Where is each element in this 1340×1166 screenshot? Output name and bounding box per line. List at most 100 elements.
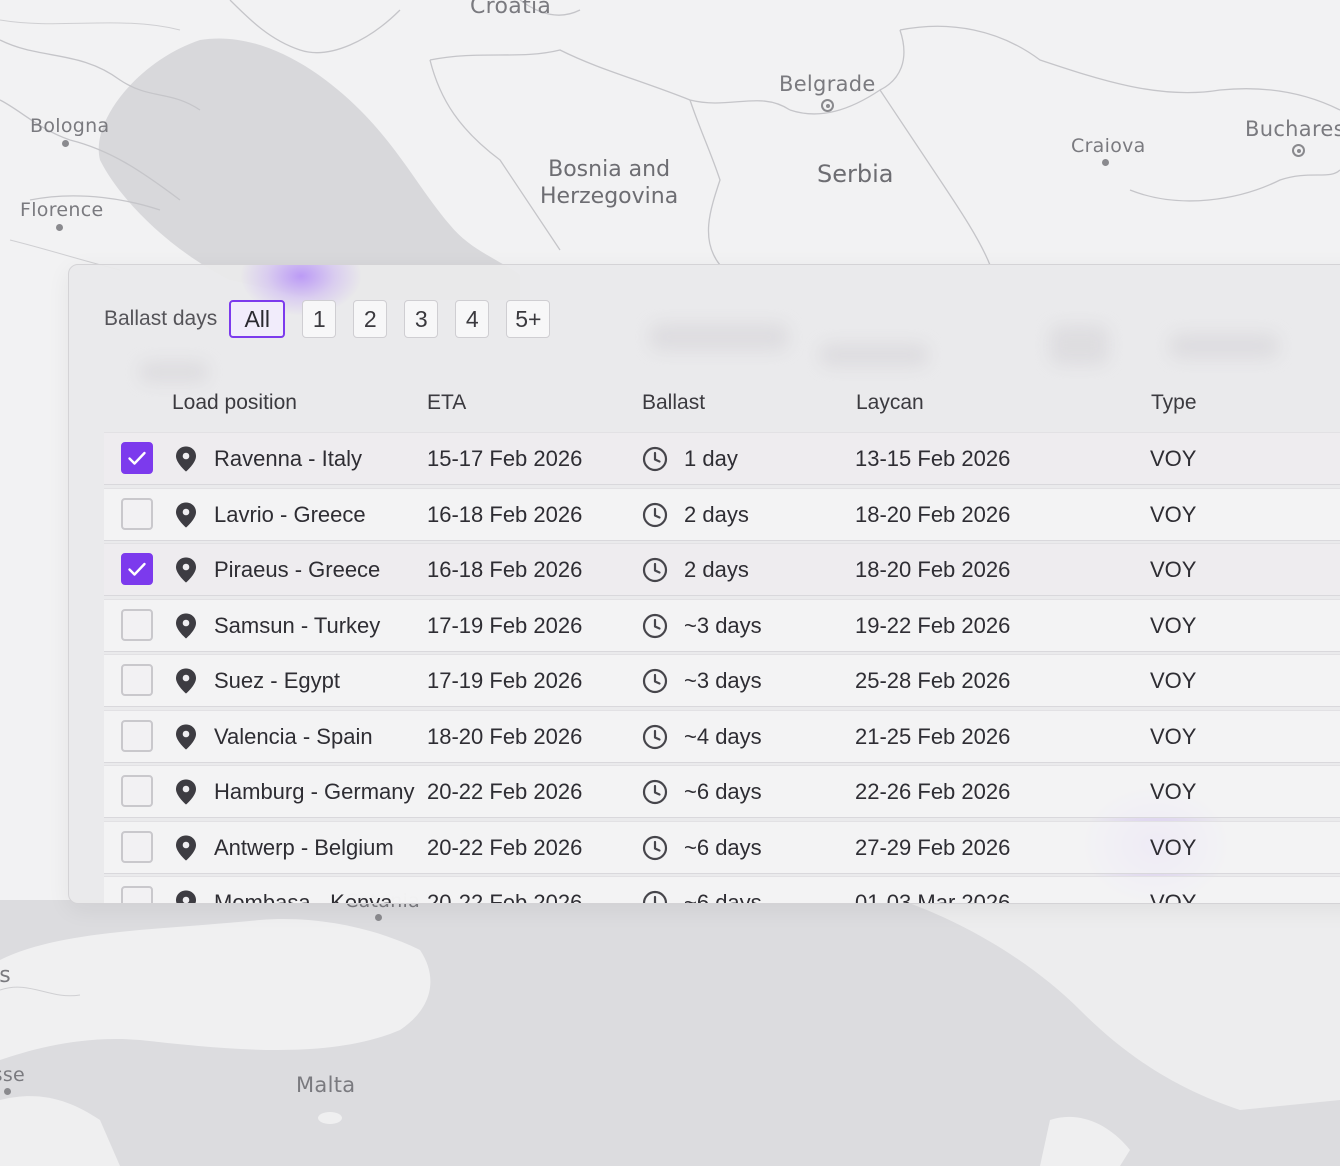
row-checkbox[interactable]: [121, 719, 153, 752]
clock-icon: [642, 890, 668, 903]
row-load-position: Hamburg - Germany: [214, 779, 415, 804]
blurred-content: [1049, 325, 1109, 365]
row-checkbox[interactable]: [121, 886, 153, 903]
table-row[interactable]: Mombasa - Kenya 20-22 Feb 2026 ~6 days 0…: [104, 876, 1340, 904]
country-line-2: Herzegovina: [540, 184, 679, 209]
location-pin-icon: [176, 779, 196, 805]
filter-chip-2[interactable]: 2: [353, 300, 388, 338]
row-load-position: Suez - Egypt: [214, 668, 340, 693]
filter-chip-1[interactable]: 1: [302, 300, 337, 338]
row-eta: 16-18 Feb 2026: [427, 501, 583, 527]
row-type: VOY: [1150, 557, 1197, 582]
table-row[interactable]: Hamburg - Germany 20-22 Feb 2026 ~6 days…: [104, 765, 1340, 818]
row-eta: 17-19 Feb 2026: [427, 668, 583, 693]
city-dot: [4, 1088, 11, 1095]
row-ballast: 2 days: [684, 557, 749, 582]
map-label-bologna: Bologna: [30, 115, 110, 137]
row-laycan: 22-26 Feb 2026: [855, 779, 1011, 804]
map-label-florence: Florence: [20, 199, 104, 221]
row-type: VOY: [1150, 890, 1197, 904]
row-type: VOY: [1150, 723, 1197, 749]
row-load-position: Antwerp - Belgium: [214, 834, 394, 860]
row-checkbox[interactable]: [121, 608, 153, 641]
blurred-content: [139, 361, 209, 383]
location-pin-icon: [176, 446, 196, 472]
clock-icon: [642, 724, 668, 749]
row-checkbox[interactable]: [121, 830, 153, 863]
clock-icon: [642, 668, 668, 694]
clock-icon: [642, 835, 668, 860]
location-pin-icon: [176, 724, 196, 749]
row-ballast: 2 days: [684, 501, 749, 527]
ballast-panel: Ballast days All 1 2 3 4 5+ Load positio…: [68, 264, 1340, 904]
row-type: VOY: [1150, 668, 1197, 693]
row-eta: 15-17 Feb 2026: [427, 446, 583, 471]
city-dot: [62, 140, 69, 147]
row-checkbox[interactable]: [121, 442, 153, 474]
location-pin-icon: [176, 502, 196, 527]
filter-chip-all[interactable]: All: [229, 300, 286, 338]
table-row[interactable]: Valencia - Spain 18-20 Feb 2026 ~4 days …: [104, 709, 1340, 763]
positions-table: Ravenna - Italy 15-17 Feb 2026 1 day 13-…: [104, 432, 1340, 904]
row-load-position: Mombasa - Kenya: [214, 890, 393, 904]
map-label-malta: Malta: [296, 1073, 356, 1097]
row-laycan: 21-25 Feb 2026: [855, 723, 1011, 749]
row-checkbox[interactable]: [121, 664, 153, 696]
header-eta[interactable]: ETA: [427, 391, 466, 415]
header-laycan[interactable]: Laycan: [856, 391, 924, 415]
location-pin-icon: [176, 890, 196, 903]
row-laycan: 19-22 Feb 2026: [855, 612, 1011, 638]
row-eta: 18-20 Feb 2026: [427, 723, 583, 749]
header-load-position[interactable]: Load position: [172, 391, 297, 415]
table-row[interactable]: Lavrio - Greece 16-18 Feb 2026 2 days 18…: [104, 487, 1340, 541]
map-label-tunis: Tunis: [0, 963, 12, 988]
header-ballast[interactable]: Ballast: [642, 391, 705, 415]
row-laycan: 13-15 Feb 2026: [855, 446, 1011, 471]
table-row[interactable]: Suez - Egypt 17-19 Feb 2026 ~3 days 25-2…: [104, 654, 1340, 707]
clock-icon: [642, 557, 668, 583]
row-ballast: ~3 days: [684, 668, 762, 693]
map-label-bucharest: Bucharest: [1245, 117, 1340, 141]
row-eta: 20-22 Feb 2026: [427, 779, 583, 804]
row-eta: 17-19 Feb 2026: [427, 612, 583, 638]
row-laycan: 27-29 Feb 2026: [855, 834, 1011, 860]
capital-marker: [1292, 144, 1305, 157]
filter-chip-3[interactable]: 3: [404, 300, 439, 338]
row-checkbox[interactable]: [121, 775, 153, 807]
row-laycan: 01-03 Mar 2026: [855, 890, 1011, 904]
row-type: VOY: [1150, 779, 1197, 804]
map-label-craiova: Craiova: [1071, 135, 1146, 157]
clock-icon: [642, 446, 668, 472]
filter-chip-4[interactable]: 4: [455, 300, 490, 338]
city-dot: [375, 914, 382, 921]
row-type: VOY: [1150, 501, 1197, 527]
check-icon: [128, 562, 146, 576]
map-label-bosnia: Bosnia and Herzegovina: [540, 156, 678, 210]
row-type: VOY: [1150, 612, 1197, 638]
row-eta: 16-18 Feb 2026: [427, 557, 583, 582]
blurred-content: [819, 343, 929, 367]
table-row[interactable]: Piraeus - Greece 16-18 Feb 2026 2 days 1…: [104, 543, 1340, 596]
location-pin-icon: [176, 557, 196, 583]
table-row[interactable]: Ravenna - Italy 15-17 Feb 2026 1 day 13-…: [104, 432, 1340, 485]
row-ballast: 1 day: [684, 446, 738, 471]
row-ballast: ~6 days: [684, 890, 762, 904]
city-dot: [1102, 159, 1109, 166]
header-type[interactable]: Type: [1151, 391, 1197, 415]
row-ballast: ~6 days: [684, 779, 762, 804]
map-label-serbia: Serbia: [817, 160, 894, 188]
row-checkbox[interactable]: [121, 497, 153, 530]
row-load-position: Samsun - Turkey: [214, 612, 381, 638]
filter-chip-5-plus[interactable]: 5+: [506, 300, 551, 338]
table-row[interactable]: Samsun - Turkey 17-19 Feb 2026 ~3 days 1…: [104, 598, 1340, 652]
row-ballast: ~3 days: [684, 612, 762, 638]
clock-icon: [642, 613, 668, 638]
city-dot: [56, 224, 63, 231]
map-label-sousse: Sousse: [0, 1064, 26, 1086]
clock-icon: [642, 502, 668, 527]
row-load-position: Ravenna - Italy: [214, 446, 362, 471]
table-row[interactable]: Antwerp - Belgium 20-22 Feb 2026 ~6 days…: [104, 820, 1340, 874]
row-load-position: Piraeus - Greece: [214, 557, 381, 582]
row-laycan: 25-28 Feb 2026: [855, 668, 1011, 693]
row-checkbox[interactable]: [121, 553, 153, 585]
